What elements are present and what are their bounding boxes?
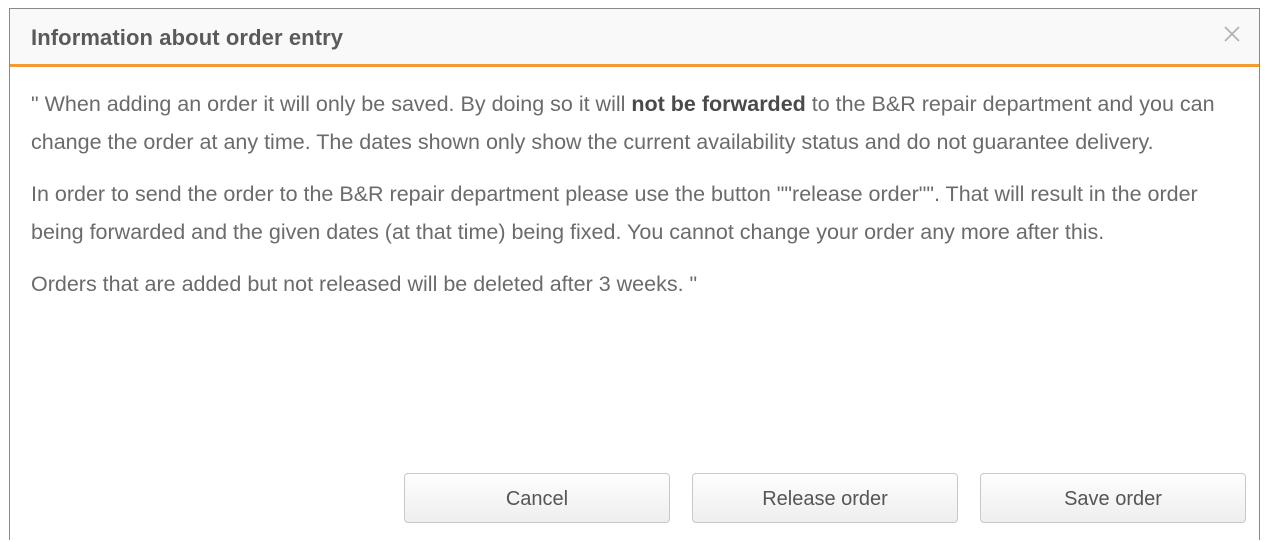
order-entry-info-dialog: Information about order entry " When add… [9, 8, 1260, 540]
release-order-button[interactable]: Release order [692, 473, 958, 523]
dialog-button-bar: Cancel Release order Save order [10, 473, 1259, 525]
cancel-button[interactable]: Cancel [404, 473, 670, 523]
close-icon[interactable] [1219, 21, 1245, 47]
info-paragraph-1: " When adding an order it will only be s… [31, 85, 1246, 161]
dialog-title: Information about order entry [31, 25, 344, 50]
info-paragraph-2: In order to send the order to the B&R re… [31, 182, 1198, 244]
save-order-button[interactable]: Save order [980, 473, 1246, 523]
info-text-emphasis: not be forwarded [631, 92, 806, 116]
info-text-1a: " When adding an order it will only be s… [31, 92, 632, 116]
info-paragraph-3: Orders that are added but not released w… [31, 272, 698, 296]
close-icon-glyph [1224, 26, 1240, 42]
dialog-body: " When adding an order it will only be s… [31, 85, 1246, 317]
dialog-header: Information about order entry [10, 9, 1259, 67]
